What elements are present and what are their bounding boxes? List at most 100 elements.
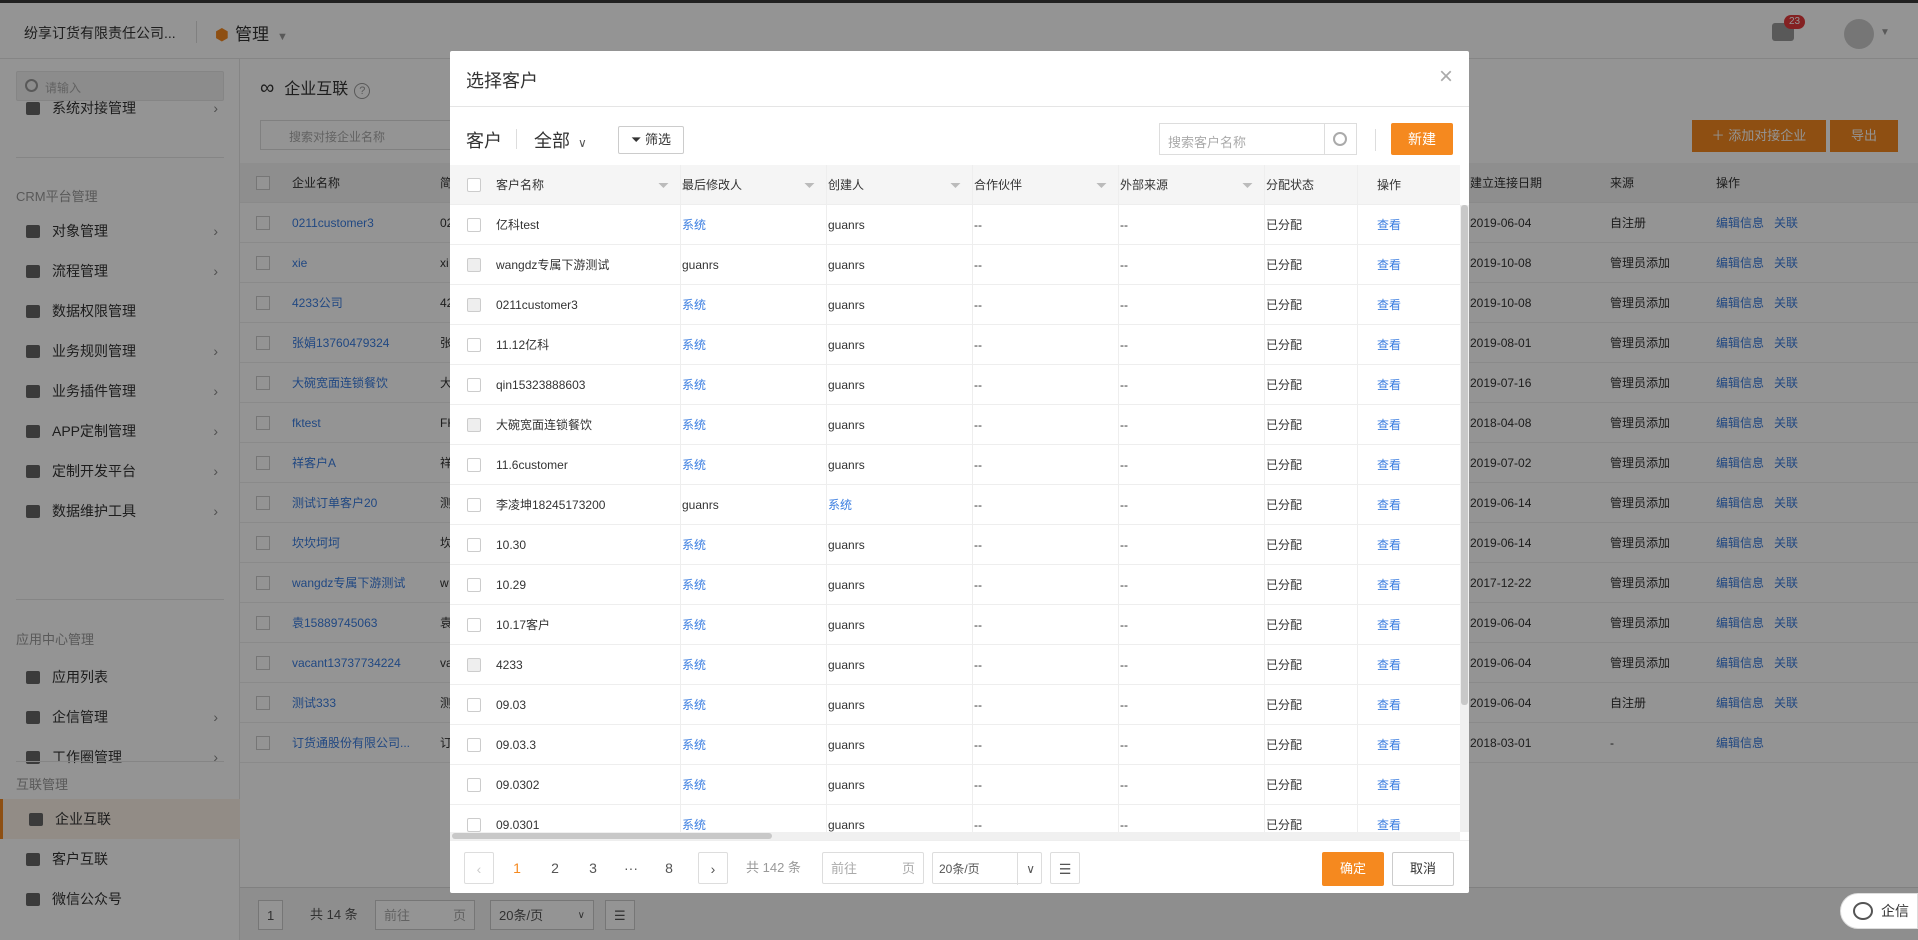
next-page-button[interactable]: › xyxy=(698,852,728,884)
table-row[interactable]: 10.17客户 系统 guanrs -- -- 已分配 查看 xyxy=(450,605,1460,645)
cell-partner: -- xyxy=(974,298,982,312)
select-all-checkbox[interactable] xyxy=(467,178,481,192)
table-row[interactable]: 大碗宽面连锁餐饮 系统 guanrs -- -- 已分配 查看 xyxy=(450,405,1460,445)
cell-modifier[interactable]: 系统 xyxy=(682,565,706,605)
chat-widget[interactable]: 企信 xyxy=(1840,893,1918,929)
row-checkbox[interactable] xyxy=(467,418,481,432)
prev-page-button[interactable]: ‹ xyxy=(464,852,494,884)
cell-modifier[interactable]: 系统 xyxy=(682,525,706,565)
cell-op[interactable]: 查看 xyxy=(1377,645,1401,685)
table-row[interactable]: 09.03 系统 guanrs -- -- 已分配 查看 xyxy=(450,685,1460,725)
cell-modifier[interactable]: 系统 xyxy=(682,405,706,445)
table-row[interactable]: 亿科test 系统 guanrs -- -- 已分配 查看 xyxy=(450,205,1460,245)
table-row[interactable]: 11.6customer 系统 guanrs -- -- 已分配 查看 xyxy=(450,445,1460,485)
table-row[interactable]: 09.0302 系统 guanrs -- -- 已分配 查看 xyxy=(450,765,1460,805)
cell-op[interactable]: 查看 xyxy=(1377,565,1401,605)
cell-creator: guanrs xyxy=(828,578,865,592)
row-checkbox[interactable] xyxy=(467,298,481,312)
cell-modifier[interactable]: 系统 xyxy=(682,205,706,245)
vertical-scrollbar[interactable] xyxy=(1460,205,1469,832)
table-row[interactable]: wangdz专属下游测试 guanrs guanrs -- -- 已分配 查看 xyxy=(450,245,1460,285)
goto-page-input[interactable]: 前往 页 xyxy=(822,852,924,884)
scrollbar-thumb[interactable] xyxy=(1461,205,1468,705)
cell-op[interactable]: 查看 xyxy=(1377,805,1401,832)
row-checkbox[interactable] xyxy=(467,778,481,792)
filter-funnel-icon[interactable]: ⏷ xyxy=(1096,165,1107,205)
row-checkbox[interactable] xyxy=(467,498,481,512)
cell-op[interactable]: 查看 xyxy=(1377,365,1401,405)
row-checkbox[interactable] xyxy=(467,458,481,472)
page-size-select[interactable]: 20条/页 ∨ xyxy=(932,852,1042,885)
cancel-button[interactable]: 取消 xyxy=(1392,852,1454,886)
cell-op[interactable]: 查看 xyxy=(1377,325,1401,365)
scrollbar-thumb[interactable] xyxy=(452,833,772,839)
cell-op[interactable]: 查看 xyxy=(1377,285,1401,325)
cell-op[interactable]: 查看 xyxy=(1377,765,1401,805)
table-row[interactable]: 11.12亿科 系统 guanrs -- -- 已分配 查看 xyxy=(450,325,1460,365)
table-row[interactable]: 09.03.3 系统 guanrs -- -- 已分配 查看 xyxy=(450,725,1460,765)
table-row[interactable]: 09.0301 系统 guanrs -- -- 已分配 查看 xyxy=(450,805,1460,832)
cell-op[interactable]: 查看 xyxy=(1377,205,1401,245)
table-row[interactable]: 10.30 系统 guanrs -- -- 已分配 查看 xyxy=(450,525,1460,565)
cell-op[interactable]: 查看 xyxy=(1377,685,1401,725)
column-header: 分配状态 xyxy=(1266,178,1315,192)
row-checkbox[interactable] xyxy=(467,658,481,672)
customer-search-input[interactable]: 搜索客户名称 xyxy=(1159,123,1325,155)
row-checkbox[interactable] xyxy=(467,218,481,232)
table-row[interactable]: 4233 系统 guanrs -- -- 已分配 查看 xyxy=(450,645,1460,685)
page-number[interactable]: 3 xyxy=(578,852,608,884)
cell-op[interactable]: 查看 xyxy=(1377,605,1401,645)
row-checkbox[interactable] xyxy=(467,378,481,392)
cell-modifier[interactable]: 系统 xyxy=(682,805,706,832)
table-row[interactable]: 李凌坤18245173200 guanrs 系统 -- -- 已分配 查看 xyxy=(450,485,1460,525)
table-row[interactable]: qin15323888603 系统 guanrs -- -- 已分配 查看 xyxy=(450,365,1460,405)
row-checkbox[interactable] xyxy=(467,578,481,592)
column-divider xyxy=(680,565,681,605)
cell-modifier[interactable]: 系统 xyxy=(682,325,706,365)
filter-button[interactable]: ⏷ 筛选 xyxy=(618,126,684,154)
table-row[interactable]: 0211customer3 系统 guanrs -- -- 已分配 查看 xyxy=(450,285,1460,325)
row-checkbox[interactable] xyxy=(467,738,481,752)
page-number[interactable]: 1 xyxy=(502,852,532,884)
filter-funnel-icon[interactable]: ⏷ xyxy=(658,165,669,205)
cell-op[interactable]: 查看 xyxy=(1377,405,1401,445)
row-checkbox[interactable] xyxy=(467,258,481,272)
cell-op[interactable]: 查看 xyxy=(1377,445,1401,485)
cell-creator[interactable]: 系统 xyxy=(828,485,852,525)
filter-funnel-icon[interactable]: ⏷ xyxy=(950,165,961,205)
column-divider xyxy=(826,485,827,525)
cell-partner: -- xyxy=(974,218,982,232)
column-divider xyxy=(826,765,827,805)
page-number[interactable]: 8 xyxy=(654,852,684,884)
filter-funnel-icon[interactable]: ⏷ xyxy=(804,165,815,205)
column-divider xyxy=(1357,205,1358,245)
page-number[interactable]: ··· xyxy=(616,852,646,884)
cell-modifier[interactable]: 系统 xyxy=(682,685,706,725)
table-row[interactable]: 10.29 系统 guanrs -- -- 已分配 查看 xyxy=(450,565,1460,605)
list-view-icon[interactable]: ☰ xyxy=(1050,852,1080,884)
confirm-button[interactable]: 确定 xyxy=(1322,852,1384,886)
cell-op[interactable]: 查看 xyxy=(1377,725,1401,765)
row-checkbox[interactable] xyxy=(467,818,481,832)
cell-modifier[interactable]: 系统 xyxy=(682,445,706,485)
row-checkbox[interactable] xyxy=(467,338,481,352)
cell-modifier[interactable]: 系统 xyxy=(682,725,706,765)
row-checkbox[interactable] xyxy=(467,538,481,552)
cell-modifier[interactable]: 系统 xyxy=(682,605,706,645)
cell-op[interactable]: 查看 xyxy=(1377,245,1401,285)
scope-select[interactable]: 全部 ∨ xyxy=(534,127,587,153)
row-checkbox[interactable] xyxy=(467,698,481,712)
horizontal-scrollbar[interactable] xyxy=(450,832,1460,840)
page-number[interactable]: 2 xyxy=(540,852,570,884)
row-checkbox[interactable] xyxy=(467,618,481,632)
filter-funnel-icon[interactable]: ⏷ xyxy=(1242,165,1253,205)
search-button[interactable] xyxy=(1325,123,1357,155)
cell-op[interactable]: 查看 xyxy=(1377,485,1401,525)
cell-modifier[interactable]: 系统 xyxy=(682,285,706,325)
cell-modifier[interactable]: 系统 xyxy=(682,645,706,685)
cell-op[interactable]: 查看 xyxy=(1377,525,1401,565)
close-icon[interactable]: × xyxy=(1439,63,1453,91)
new-customer-button[interactable]: 新建 xyxy=(1391,123,1453,155)
cell-modifier[interactable]: 系统 xyxy=(682,765,706,805)
cell-modifier[interactable]: 系统 xyxy=(682,365,706,405)
